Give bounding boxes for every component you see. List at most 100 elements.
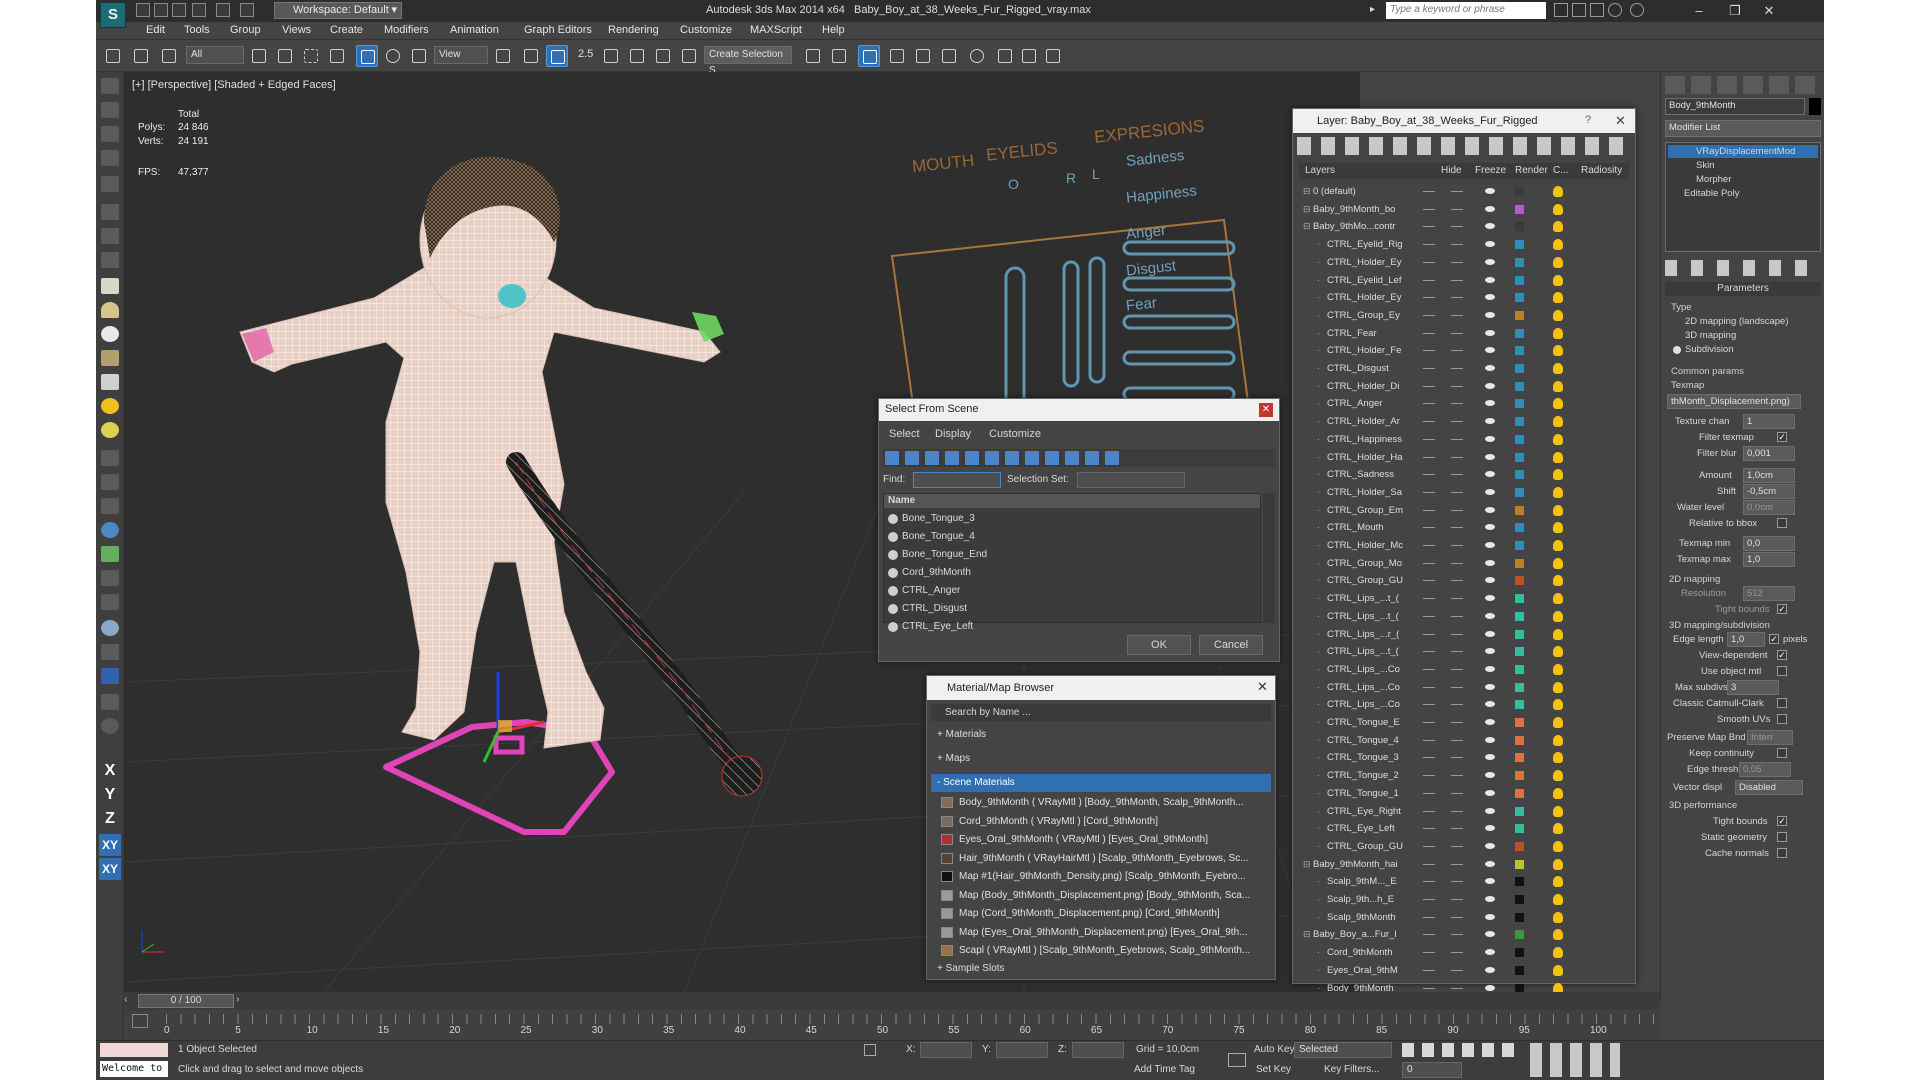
menu-maxscript[interactable]: MAXScript bbox=[750, 24, 802, 36]
render-teapot-icon[interactable] bbox=[1485, 665, 1495, 672]
radiosity-bulb-icon[interactable] bbox=[1553, 911, 1563, 923]
render-teapot-icon[interactable] bbox=[1485, 825, 1495, 832]
app-logo-icon[interactable]: S bbox=[100, 2, 126, 28]
maxscript-listener-top[interactable] bbox=[100, 1043, 168, 1057]
render-teapot-icon[interactable] bbox=[1485, 736, 1495, 743]
mmb-close-icon[interactable]: ✕ bbox=[1257, 679, 1268, 695]
freeze-toggle[interactable] bbox=[1451, 668, 1463, 670]
render-teapot-icon[interactable] bbox=[1485, 294, 1495, 301]
help-search-input[interactable]: Type a keyword or phrase bbox=[1386, 2, 1546, 19]
render-teapot-icon[interactable] bbox=[1485, 382, 1495, 389]
key-icon[interactable] bbox=[1590, 3, 1604, 17]
freeze-toggle[interactable] bbox=[1451, 863, 1463, 865]
freeze-toggle[interactable] bbox=[1451, 421, 1463, 423]
layer-row[interactable]: ⊟ 0 (default) bbox=[1303, 183, 1627, 200]
x-coordinate-field[interactable] bbox=[920, 1042, 972, 1058]
layer-color-swatch[interactable] bbox=[1515, 487, 1524, 497]
radiosity-bulb-icon[interactable] bbox=[1553, 663, 1563, 675]
col-freeze[interactable]: Freeze bbox=[1475, 165, 1506, 176]
render-teapot-icon[interactable] bbox=[1485, 931, 1495, 938]
parameters-rollout[interactable]: Parameters bbox=[1665, 282, 1821, 296]
menu-views[interactable]: Views bbox=[282, 24, 311, 36]
radiosity-bulb-icon[interactable] bbox=[1553, 610, 1563, 622]
save-file-icon[interactable] bbox=[172, 3, 186, 17]
layer-object-row[interactable]: · CTRL_Eyelid_Rig bbox=[1303, 236, 1627, 253]
sfs-scrollbar[interactable] bbox=[1263, 493, 1275, 623]
lock-selection-icon[interactable] bbox=[864, 1044, 876, 1056]
layer-object-row[interactable]: · CTRL_Lips_...t_( bbox=[1303, 643, 1627, 660]
cache-normals-checkbox[interactable] bbox=[1777, 848, 1787, 858]
mmb-search-input[interactable]: Search by Name ... bbox=[931, 704, 1271, 721]
angle-snap-icon[interactable] bbox=[600, 45, 622, 67]
helper-icon[interactable] bbox=[101, 474, 119, 490]
freeze-toggle[interactable] bbox=[1451, 545, 1463, 546]
freeze-toggle[interactable] bbox=[1451, 208, 1463, 210]
radio-3d-mapping[interactable]: 3D mapping bbox=[1685, 330, 1736, 341]
sfs-column-name[interactable]: Name bbox=[884, 494, 1260, 508]
freeze-toggle[interactable] bbox=[1451, 775, 1463, 777]
layer-object-row[interactable]: · CTRL_Group_Ey bbox=[1303, 307, 1627, 324]
hide-toggle[interactable] bbox=[1423, 934, 1435, 936]
radiosity-bulb-icon[interactable] bbox=[1553, 327, 1563, 339]
hide-toggle[interactable] bbox=[1423, 739, 1435, 741]
radiosity-bulb-icon[interactable] bbox=[1553, 239, 1563, 251]
select-object-icon[interactable] bbox=[248, 45, 270, 67]
sfs-list-row[interactable]: Cord_9thMonth bbox=[886, 564, 1258, 582]
teapot-icon[interactable] bbox=[101, 78, 119, 94]
keyboard-shortcut-toggle-icon[interactable] bbox=[546, 45, 568, 67]
freeze-toggle[interactable] bbox=[1451, 704, 1463, 706]
amount-spinner[interactable]: 1,0cm bbox=[1743, 468, 1795, 483]
hide-toggle[interactable] bbox=[1423, 368, 1435, 369]
rotate-icon[interactable] bbox=[382, 45, 404, 67]
sfs-menu-customize[interactable]: Customize bbox=[989, 428, 1041, 440]
layer-object-row[interactable]: · CTRL_Group_GU bbox=[1303, 572, 1627, 589]
hold-icon[interactable] bbox=[240, 3, 254, 17]
layer-color-swatch[interactable] bbox=[1515, 434, 1524, 444]
freeze-toggle[interactable] bbox=[1451, 403, 1463, 405]
render-teapot-icon[interactable] bbox=[1485, 365, 1495, 371]
render-teapot-icon[interactable] bbox=[1485, 683, 1495, 690]
freeze-toggle[interactable] bbox=[1451, 580, 1463, 582]
stack-item-editable-poly[interactable]: Editable Poly bbox=[1668, 187, 1818, 200]
hide-toggle[interactable] bbox=[1423, 509, 1435, 511]
water-level-spinner[interactable]: 0,0cm bbox=[1743, 500, 1795, 515]
freeze-toggle[interactable] bbox=[1451, 828, 1463, 830]
layer-color-swatch[interactable] bbox=[1515, 275, 1524, 285]
freeze-toggle[interactable] bbox=[1451, 562, 1463, 564]
expand-icon[interactable]: ⊟ bbox=[1303, 926, 1311, 943]
radio-subdivision[interactable]: Subdivision bbox=[1685, 344, 1734, 355]
layer-object-row[interactable]: · CTRL_Fear bbox=[1303, 325, 1627, 342]
radiosity-bulb-icon[interactable] bbox=[1553, 575, 1563, 587]
radiosity-bulb-icon[interactable] bbox=[1553, 433, 1563, 445]
sun-icon[interactable] bbox=[101, 398, 119, 414]
render-teapot-icon[interactable] bbox=[1485, 612, 1495, 619]
world-icon[interactable] bbox=[101, 522, 119, 538]
layer-object-row[interactable]: · CTRL_Mouth bbox=[1303, 519, 1627, 536]
layer-object-row[interactable]: · CTRL_Anger bbox=[1303, 395, 1627, 412]
freeze-toggle[interactable] bbox=[1451, 952, 1463, 954]
freeze-toggle[interactable] bbox=[1451, 969, 1463, 971]
col-render[interactable]: Render bbox=[1515, 165, 1548, 176]
render-teapot-icon[interactable] bbox=[1485, 842, 1495, 849]
preserve-map-bnd-dropdown[interactable]: Interr bbox=[1747, 730, 1793, 745]
layer-object-row[interactable]: · Scalp_9thMonth bbox=[1303, 909, 1627, 926]
sfs-list-row[interactable]: Bone_Tongue_4 bbox=[886, 528, 1258, 546]
layer-object-row[interactable]: · CTRL_Tongue_4 bbox=[1303, 732, 1627, 749]
radiosity-bulb-icon[interactable] bbox=[1553, 699, 1563, 711]
layer-color-swatch[interactable] bbox=[1515, 381, 1524, 391]
hide-toggle[interactable] bbox=[1423, 279, 1435, 281]
info-icon[interactable] bbox=[101, 718, 119, 734]
scene-material-item[interactable]: Hair_9thMonth ( VRayHairMtl ) [Scalp_9th… bbox=[939, 850, 1269, 867]
smooth-uvs-checkbox[interactable] bbox=[1777, 714, 1787, 724]
radiosity-bulb-icon[interactable] bbox=[1553, 681, 1563, 693]
sfs-close-icon[interactable]: ✕ bbox=[1259, 403, 1273, 417]
layer-color-swatch[interactable] bbox=[1515, 523, 1524, 533]
freeze-toggle[interactable] bbox=[1451, 651, 1463, 653]
render-teapot-icon[interactable] bbox=[1485, 772, 1495, 779]
radiosity-bulb-icon[interactable] bbox=[1553, 593, 1563, 605]
hide-toggle[interactable] bbox=[1423, 385, 1435, 387]
radiosity-bulb-icon[interactable] bbox=[1553, 805, 1563, 817]
layer-color-swatch[interactable] bbox=[1515, 346, 1524, 356]
keep-continuity-checkbox[interactable] bbox=[1777, 748, 1787, 758]
hide-toggle[interactable] bbox=[1423, 704, 1435, 706]
